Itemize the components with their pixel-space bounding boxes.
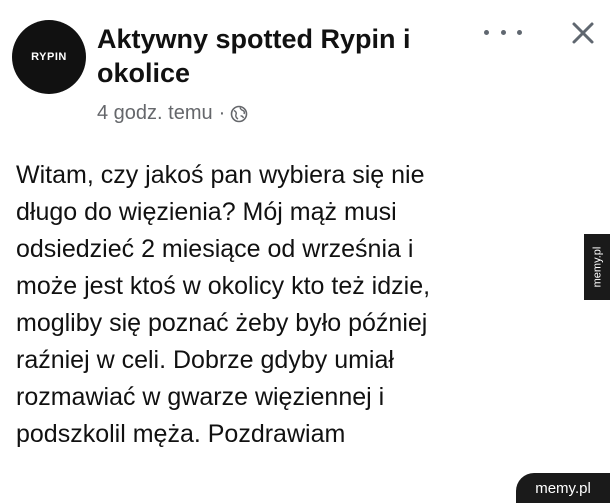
more-icon[interactable]	[484, 22, 522, 42]
more-dot	[484, 29, 489, 35]
globe-icon	[230, 105, 248, 123]
post-line: może jest ktoś w okolicy kto też idzie,	[16, 272, 431, 300]
post-line: Witam, czy jakoś pan wybiera się nie	[16, 161, 425, 189]
more-dot	[517, 29, 522, 35]
post-body: Witam, czy jakoś pan wybiera się nie dłu…	[16, 157, 556, 453]
group-avatar[interactable]: RYPIN	[12, 20, 86, 94]
more-dot	[500, 29, 506, 35]
avatar-text: RYPIN	[31, 51, 67, 63]
bottom-watermark-text: memy.pl	[535, 479, 591, 497]
post-line: podszkolil męża. Pozdrawiam	[16, 420, 346, 448]
post-line: długo do więzienia? Mój mąż musi	[16, 198, 397, 226]
side-watermark-text: memy.pl	[591, 246, 603, 288]
post-time[interactable]: 4 godz. temu	[97, 102, 213, 125]
post-line: rozmawiać w gwarze więziennej i	[16, 383, 385, 411]
post-line: mogliby się poznać żeby było później	[16, 309, 428, 337]
group-name[interactable]: Aktywny spotted Rypin i okolice	[97, 22, 467, 90]
close-icon[interactable]	[568, 18, 598, 48]
bottom-watermark: memy.pl	[516, 473, 610, 503]
post-line: odsiedzieć 2 miesiące od września i	[16, 235, 414, 263]
post-meta: 4 godz. temu ·	[97, 102, 248, 125]
post-line: raźniej w celi. Dobrze gdyby umiał	[16, 346, 394, 374]
meta-separator: ·	[218, 102, 226, 124]
side-watermark: memy.pl	[584, 234, 610, 300]
